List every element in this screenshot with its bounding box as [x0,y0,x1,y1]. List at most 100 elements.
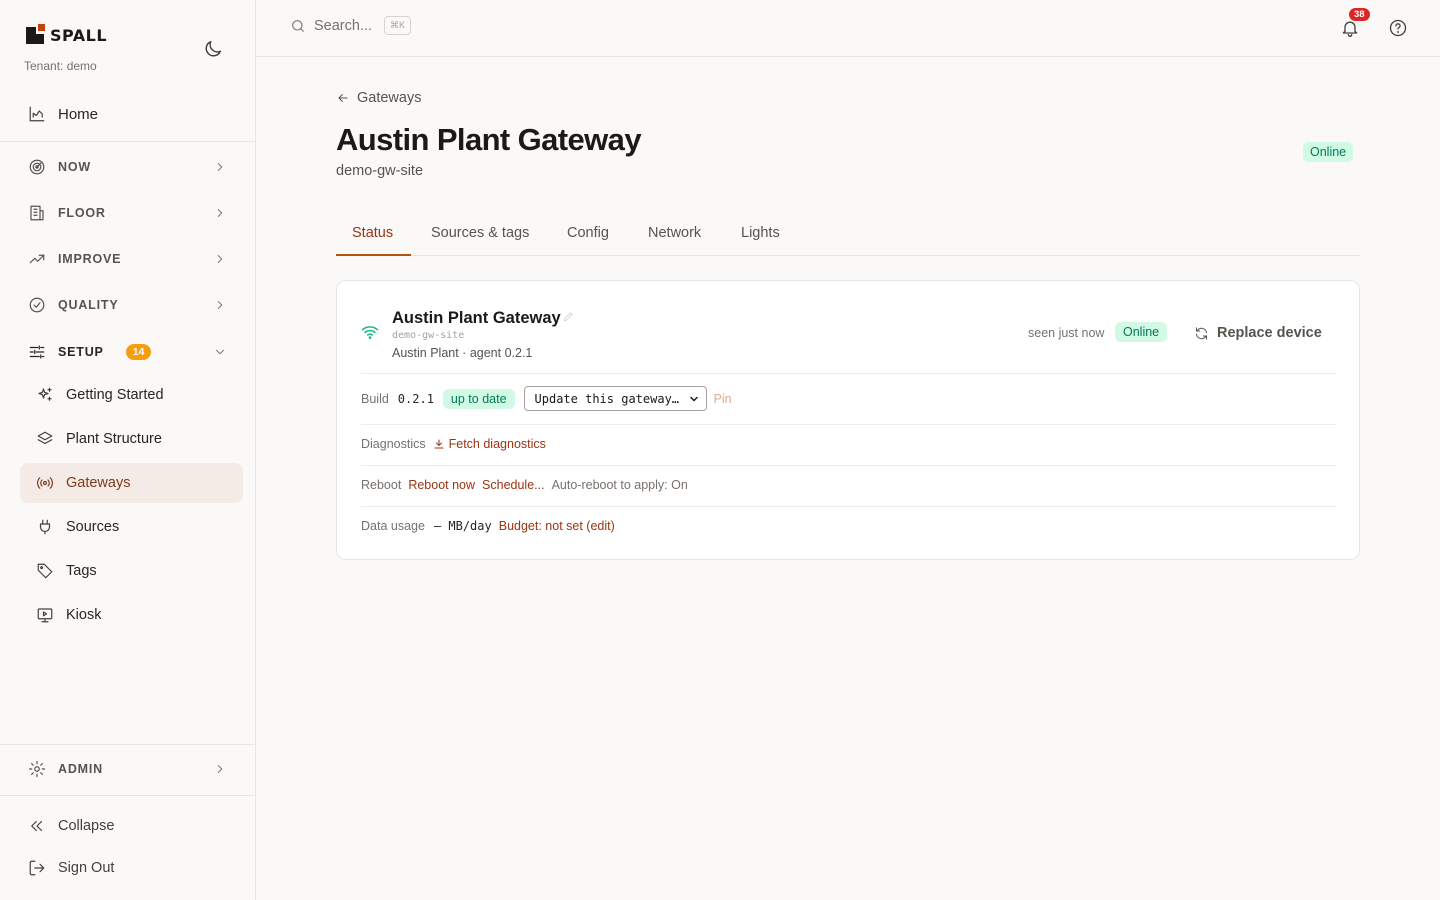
sidebar-item-getting-started[interactable]: Getting Started [20,375,243,415]
gateway-name: Austin Plant Gateway [392,309,561,327]
dark-mode-toggle-moon-icon[interactable] [202,38,224,60]
trending-up-icon [28,250,46,268]
chevron-down-icon [213,345,227,359]
replace-device-label: Replace device [1217,325,1322,341]
data-usage-value: — MB/day [433,519,492,533]
status-badge: Online [1303,142,1354,162]
tab-status[interactable]: Status [352,225,393,241]
collapse-label: Collapse [58,818,115,834]
sidebar-item-label: Home [58,105,99,123]
sidebar-group-label: IMPROVE [58,252,122,266]
breadcrumb-label: Gateways [357,90,422,106]
tab-sources-tags[interactable]: Sources & tags [431,225,529,241]
reboot-row: Reboot Reboot now Schedule... Auto-reboo… [361,478,688,492]
sidebar-item-label: Getting Started [66,387,164,403]
sidebar-item-gateways[interactable]: Gateways [20,463,243,503]
sidebar-item-sources[interactable]: Sources [20,507,243,547]
sidebar-divider [0,141,255,142]
sidebar-item-kiosk[interactable]: Kiosk [20,595,243,635]
edit-budget-link[interactable]: Budget: not set (edit) [499,519,615,533]
row-divider [361,506,1336,507]
data-usage-row: Data usage — MB/day Budget: not set (edi… [361,519,615,533]
sidebar-group-admin[interactable]: ADMIN [20,752,243,786]
breadcrumb-back-link[interactable]: Gateways [336,90,421,106]
sidebar-divider [0,795,255,796]
sidebar-group-label: SETUP [58,345,104,359]
sidebar-group-improve[interactable]: IMPROVE [20,242,243,276]
tab-config[interactable]: Config [567,225,609,241]
refresh-icon [1194,326,1209,341]
sliders-icon [28,343,46,361]
active-tab-indicator [336,254,411,256]
check-circle-icon [28,296,46,314]
update-gateway-select[interactable]: Update this gateway… [523,386,707,411]
reboot-now-button[interactable]: Reboot now [408,478,475,492]
fetch-diagnostics-button[interactable]: Fetch diagnostics [433,437,546,451]
gateway-meta: Austin Plant · agent 0.2.1 [392,346,533,360]
radar-icon [28,158,46,176]
diagnostics-label: Diagnostics [361,437,426,451]
sidebar-item-tags[interactable]: Tags [20,551,243,591]
replace-device-button[interactable]: Replace device [1194,325,1322,341]
sidebar-group-quality[interactable]: QUALITY [20,288,243,322]
help-icon[interactable] [1388,18,1408,38]
tab-lights[interactable]: Lights [741,225,780,241]
pin-button[interactable]: Pin [714,392,732,406]
top-bar: Search... ⌘K 38 [256,0,1440,57]
sidebar-item-label: Gateways [66,475,131,491]
sparkles-icon [36,386,54,404]
sidebar-group-now[interactable]: NOW [20,150,243,184]
page-subtitle: demo-gw-site [336,163,424,179]
collapse-sidebar-button[interactable]: Collapse [20,809,243,843]
build-row: Build 0.2.1 up to date Update this gatew… [361,386,732,411]
chevron-right-icon [213,160,227,174]
notifications-bell-icon[interactable] [1340,18,1360,38]
chevron-right-icon [213,206,227,220]
fetch-diagnostics-label: Fetch diagnostics [448,437,546,451]
tab-network[interactable]: Network [648,225,701,241]
sidebar-group-floor[interactable]: FLOOR [20,196,243,230]
search-input[interactable]: Search... ⌘K [290,16,412,35]
sidebar-group-label: NOW [58,160,91,174]
sidebar-item-plant-structure[interactable]: Plant Structure [20,419,243,459]
sidebar-item-label: Kiosk [66,607,102,623]
arrow-left-icon [336,91,350,105]
select-value: Update this gateway… [534,391,680,406]
plug-icon [36,518,54,536]
sidebar-item-label: Sources [66,519,120,535]
build-state-badge: up to date [442,388,515,409]
wifi-icon [361,324,379,340]
search-icon [290,18,306,34]
setup-count-badge: 14 [125,344,152,360]
edit-pencil-icon[interactable] [562,310,575,323]
sidebar-item-home[interactable]: Home [20,96,243,132]
tab-bar: Status Sources & tags Config Network Lig… [336,214,1360,256]
log-out-icon [28,859,46,877]
row-divider [361,424,1336,425]
row-divider [361,465,1336,466]
row-divider [361,373,1336,374]
notification-count-badge[interactable]: 38 [1349,8,1370,21]
sidebar-divider [0,744,255,745]
auto-reboot-status: Auto-reboot to apply: On [551,478,688,492]
chevron-right-icon [213,762,227,776]
logo-mark-icon [26,24,46,46]
chevron-right-icon [213,298,227,312]
schedule-reboot-button[interactable]: Schedule... [482,478,545,492]
search-placeholder: Search... [314,17,373,34]
sidebar-group-setup[interactable]: SETUP 14 [20,335,243,369]
sign-out-button[interactable]: Sign Out [20,851,243,885]
monitor-play-icon [36,606,54,624]
tag-icon [36,562,54,580]
diagnostics-row: Diagnostics Fetch diagnostics [361,437,546,451]
sign-out-label: Sign Out [58,860,115,876]
chevron-right-icon [213,252,227,266]
build-label: Build [361,391,389,406]
data-usage-label: Data usage [361,519,425,533]
brand-logo[interactable]: SPALL [26,24,107,46]
chart-icon [28,105,46,123]
reboot-label: Reboot [361,478,402,492]
building-icon [28,204,46,222]
sidebar: SPALL Tenant: demo Home NOW FLOOR IMPROV… [0,0,256,900]
brand-name: SPALL [50,25,108,45]
